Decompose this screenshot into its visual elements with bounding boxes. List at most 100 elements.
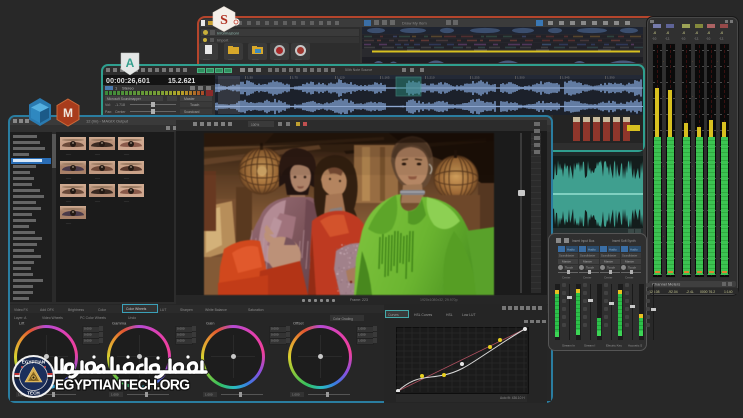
svg-text:Electric Key: Electric Key: [606, 344, 622, 348]
svg-text:0.000: 0.000: [177, 333, 185, 337]
svg-text:Draw My Item: Draw My Item: [402, 21, 427, 26]
svg-text:____: ____: [227, 57, 235, 61]
svg-text:Acoustic S: Acoustic S: [628, 344, 642, 348]
svg-text:___: ___: [94, 199, 100, 203]
svg-text:Lift: Lift: [19, 321, 25, 326]
svg-text:Master: Master: [604, 260, 613, 264]
svg-text:Insert Input Bus: Insert Input Bus: [572, 239, 595, 243]
svg-text:Gain: Gain: [206, 321, 214, 326]
svg-text:0.000: 0.000: [271, 327, 279, 331]
svg-text:Insert Soft Synth: Insert Soft Synth: [612, 239, 636, 243]
svg-text:S: S: [220, 13, 228, 28]
svg-text:Touch: Touch: [190, 103, 199, 107]
svg-text:12 (lm) - MAGIX Output: 12 (lm) - MAGIX Output: [86, 119, 129, 124]
svg-text:-: -: [717, 200, 718, 204]
svg-text:Offset: Offset: [293, 321, 304, 326]
svg-text:-: -: [663, 130, 664, 134]
svg-text:Audio: Audio: [630, 248, 638, 252]
svg-text:Video FX: Video FX: [14, 308, 29, 312]
svg-text:Pan:: Pan:: [105, 110, 112, 114]
svg-text:-: -: [663, 200, 664, 204]
svg-text:TECH: TECH: [27, 391, 40, 396]
svg-text:Color Wheels: Color Wheels: [126, 307, 147, 311]
svg-text:-6: -6: [707, 31, 710, 35]
svg-text:___: ___: [65, 199, 71, 203]
svg-text:Soundcard: Soundcard: [184, 110, 200, 114]
svg-text:Color: Color: [98, 308, 107, 312]
svg-text:0.000: 0.000: [271, 333, 279, 337]
svg-text:Stereo: Stereo: [122, 86, 135, 91]
svg-text:-6: -6: [682, 31, 685, 35]
svg-text:-: -: [663, 165, 664, 169]
svg-text:Soundblaster: Soundblaster: [622, 253, 637, 257]
svg-text:___: ___: [65, 221, 71, 225]
svg-text:Add OFX: Add OFX: [40, 308, 55, 312]
svg-text:-: -: [692, 200, 693, 204]
svg-text:Vol:: Vol:: [105, 103, 111, 107]
svg-text:-: -: [692, 130, 693, 134]
svg-text:1.000: 1.000: [358, 339, 366, 343]
svg-text:-6: -6: [653, 31, 656, 35]
svg-text:-6: -6: [666, 31, 669, 35]
svg-text:-: -: [717, 60, 718, 64]
svg-text:Audio: Audio: [588, 248, 596, 252]
svg-text:Soundblaster: Soundblaster: [580, 253, 595, 257]
svg-text:1.000: 1.000: [358, 333, 366, 337]
svg-text:PC Color Wheels: PC Color Wheels: [80, 316, 106, 320]
svg-text:0000 76.2: 0000 76.2: [700, 290, 715, 294]
svg-text:-: -: [717, 235, 718, 239]
svg-text:-10.: -10.: [706, 37, 711, 41]
svg-text:Frame: 223: Frame: 223: [350, 298, 368, 302]
svg-text:Undo: Undo: [128, 316, 136, 320]
svg-text:-: -: [663, 60, 664, 64]
svg-text:Master: Master: [625, 260, 634, 264]
svg-text:Video Wheels: Video Wheels: [42, 316, 63, 320]
svg-text:-92.04: -92.04: [668, 290, 678, 294]
svg-text:-: -: [692, 95, 693, 99]
svg-text:Touch: Touch: [586, 266, 594, 270]
svg-text:Layer: A: Layer: A: [14, 316, 27, 320]
svg-text:___: ___: [123, 152, 129, 156]
svg-text:Touch: Touch: [565, 266, 573, 270]
svg-text:-12.: -12.: [665, 37, 670, 41]
svg-text:-: -: [717, 165, 718, 169]
svg-text:Brightness: Brightness: [68, 308, 84, 312]
svg-text:___: ___: [123, 176, 129, 180]
svg-text:-: -: [663, 95, 664, 99]
svg-text:-2.4L: -2.4L: [686, 290, 694, 294]
svg-text:0.000: 0.000: [84, 333, 92, 337]
svg-text:Audio: Audio: [567, 248, 575, 252]
svg-text:HSL Curves: HSL Curves: [414, 313, 432, 317]
svg-text:-: -: [692, 60, 693, 64]
svg-text:Import: Import: [217, 38, 229, 43]
svg-text:Sharpen: Sharpen: [180, 308, 193, 312]
svg-text:Master: Master: [583, 260, 592, 264]
svg-text:Microsoft Soundmapper: Microsoft Soundmapper: [107, 97, 142, 101]
svg-text:Touch: Touch: [607, 266, 615, 270]
svg-text:Center: Center: [583, 276, 591, 280]
svg-text:Center: Center: [604, 276, 612, 280]
svg-text:___: ___: [65, 176, 71, 180]
svg-text:-10.: -10.: [681, 37, 686, 41]
svg-text:A: A: [126, 56, 135, 70]
svg-text:-10.: -10.: [652, 37, 657, 41]
svg-text:White Balance: White Balance: [205, 308, 227, 312]
svg-text:Stream In: Stream In: [562, 344, 575, 348]
svg-text:0.000: 0.000: [177, 339, 185, 343]
svg-text:-12.: -12.: [719, 37, 724, 41]
svg-text:0.000: 0.000: [271, 339, 279, 343]
svg-text:-6: -6: [695, 31, 698, 35]
svg-text:HSL: HSL: [446, 313, 453, 317]
svg-text:0.000: 0.000: [84, 327, 92, 331]
svg-text:1.000: 1.000: [292, 393, 300, 397]
svg-text:Master: Master: [562, 260, 571, 264]
svg-text:-: -: [692, 235, 693, 239]
svg-text:-: -: [692, 165, 693, 169]
svg-text:EGYPTIANTECH.ORG: EGYPTIANTECH.ORG: [55, 377, 190, 394]
svg-text:Color Grading: Color Grading: [333, 317, 353, 321]
svg-text:0.000: 0.000: [84, 339, 92, 343]
svg-text:-1.718: -1.718: [115, 103, 125, 107]
svg-text:Audio: Audio: [609, 248, 617, 252]
svg-text:Center: Center: [115, 110, 126, 114]
svg-text:0.000: 0.000: [177, 327, 185, 331]
